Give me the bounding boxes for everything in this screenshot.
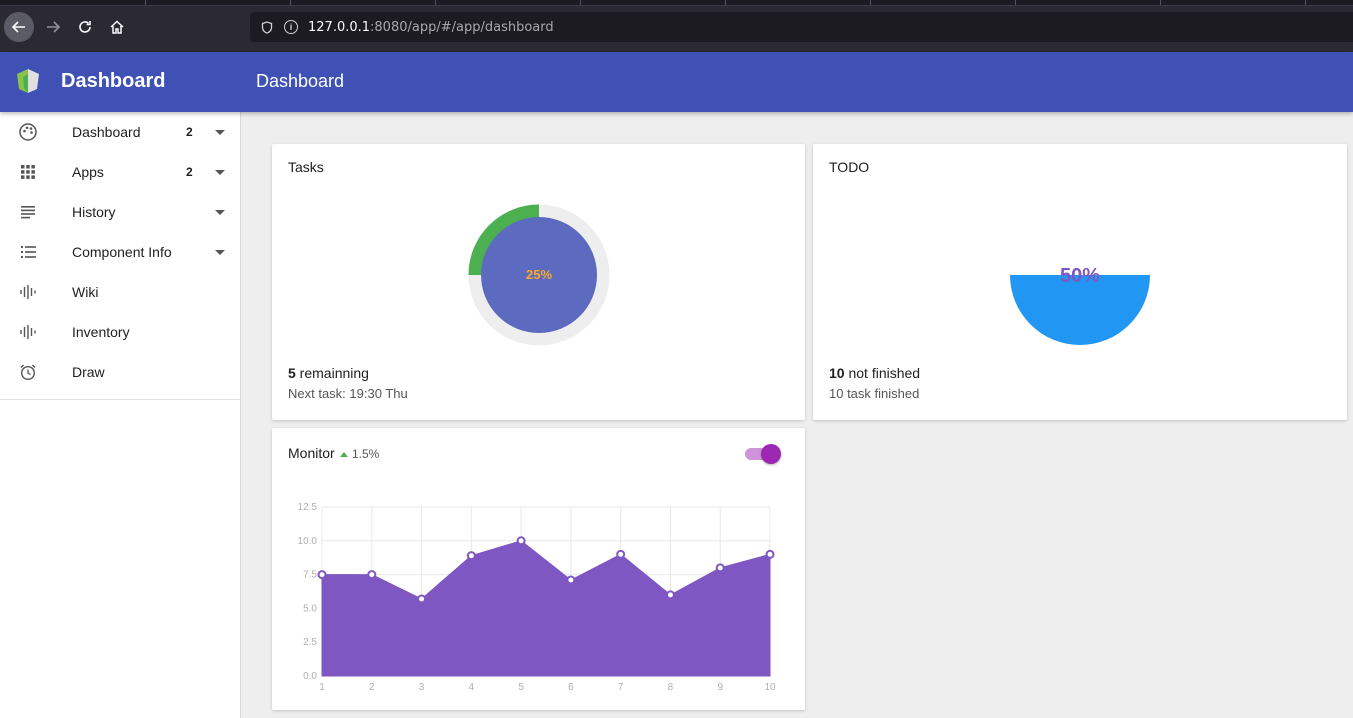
sidebar-item-apps[interactable]: Apps 2 bbox=[0, 152, 240, 192]
sidebar-item-wiki[interactable]: Wiki bbox=[0, 272, 240, 312]
data-point bbox=[566, 575, 576, 585]
data-point bbox=[616, 549, 626, 559]
waveform-icon bbox=[18, 322, 38, 342]
back-button[interactable] bbox=[4, 12, 34, 42]
y-tick-label: 7.5 bbox=[303, 570, 317, 581]
y-tick-label: 0.0 bbox=[303, 671, 317, 682]
x-tick-label: 3 bbox=[419, 682, 425, 693]
next-task: Next task: 19:30 Thu bbox=[288, 386, 408, 401]
data-point bbox=[417, 594, 427, 604]
forward-button[interactable] bbox=[38, 12, 68, 42]
browser-toolbar: i 127.0.0.1:8080/app/#/app/dashboard bbox=[0, 0, 1353, 52]
sidebar-item-label: Draw bbox=[72, 364, 105, 380]
x-tick-label: 4 bbox=[469, 682, 475, 693]
tab-strip bbox=[0, 0, 1353, 6]
waveform-icon bbox=[18, 282, 38, 302]
x-tick-label: 7 bbox=[618, 682, 624, 693]
data-point bbox=[715, 563, 725, 573]
tasks-remaining: 5 remainning bbox=[288, 365, 369, 381]
card-title: Monitor bbox=[288, 445, 335, 461]
reload-button[interactable] bbox=[70, 12, 100, 42]
count-badge: 2 bbox=[186, 165, 193, 179]
sidebar: Dashboard 2 Apps 2 History Component Inf… bbox=[0, 112, 241, 718]
todo-card: TODO 50% 10 not finished 10 task finishe… bbox=[813, 144, 1347, 420]
y-tick-label: 2.5 bbox=[303, 637, 317, 648]
sidebar-item-inventory[interactable]: Inventory bbox=[0, 312, 240, 352]
sidebar-item-label: Inventory bbox=[72, 324, 130, 340]
x-tick-label: 1 bbox=[319, 682, 325, 693]
data-point bbox=[317, 570, 327, 580]
sidebar-item-dashboard[interactable]: Dashboard 2 bbox=[0, 112, 240, 152]
data-point bbox=[466, 551, 476, 561]
gauge-percent: 50% bbox=[1060, 265, 1100, 287]
card-title: TODO bbox=[829, 159, 870, 175]
x-tick-label: 6 bbox=[568, 682, 574, 693]
data-point bbox=[765, 549, 775, 559]
sidebar-item-label: Apps bbox=[72, 164, 104, 180]
info-icon[interactable]: i bbox=[284, 20, 298, 34]
sidebar-item-draw[interactable]: Draw bbox=[0, 352, 240, 392]
todo-fill-gauge: 50% bbox=[1010, 265, 1150, 345]
chevron-down-icon[interactable] bbox=[215, 129, 225, 135]
app-bar: Dashboard Dashboard bbox=[0, 52, 1353, 112]
todo-finished: 10 task finished bbox=[829, 386, 920, 401]
x-tick-label: 10 bbox=[764, 682, 776, 693]
x-tick-label: 5 bbox=[518, 682, 524, 693]
shield-icon[interactable] bbox=[260, 20, 274, 34]
vue-shield-logo-icon bbox=[17, 69, 39, 93]
progress-percent: 25% bbox=[526, 267, 552, 282]
chevron-down-icon[interactable] bbox=[215, 169, 225, 175]
sidebar-item-label: Dashboard bbox=[72, 124, 141, 140]
y-tick-label: 5.0 bbox=[303, 603, 317, 614]
grid-icon bbox=[18, 162, 38, 182]
chevron-down-icon[interactable] bbox=[215, 209, 225, 215]
arrow-left-icon bbox=[11, 21, 25, 33]
series-area bbox=[321, 540, 771, 677]
x-tick-label: 8 bbox=[668, 682, 674, 693]
tasks-progress-ring: 25% bbox=[468, 204, 610, 346]
sidebar-item-label: History bbox=[72, 204, 116, 220]
monitor-toggle[interactable] bbox=[745, 444, 783, 464]
sidebar-divider bbox=[0, 399, 240, 400]
sidebar-item-history[interactable]: History bbox=[0, 192, 240, 232]
sidebar-item-label: Wiki bbox=[72, 284, 99, 300]
url-text[interactable]: 127.0.0.1:8080/app/#/app/dashboard bbox=[308, 20, 554, 35]
app-brand[interactable]: Dashboard bbox=[61, 70, 165, 93]
monitor-card: Monitor 1.5% 0.0 2.5 5.0 7.5 10.0 12.5 1 2 3 4 5 6 7… bbox=[272, 428, 805, 710]
address-bar[interactable]: i 127.0.0.1:8080/app/#/app/dashboard bbox=[250, 12, 1353, 42]
toggle-thumb[interactable] bbox=[761, 444, 781, 464]
card-title: Tasks bbox=[288, 159, 324, 175]
data-point bbox=[367, 570, 377, 580]
data-point bbox=[516, 536, 526, 546]
tasks-card: Tasks 25% 5 remainning Next task: 19:30 … bbox=[272, 144, 805, 420]
sidebar-item-label: Component Info bbox=[72, 244, 172, 260]
x-tick-label: 2 bbox=[369, 682, 375, 693]
x-tick-label: 9 bbox=[717, 682, 723, 693]
data-point bbox=[665, 590, 675, 600]
reload-icon bbox=[79, 21, 91, 33]
home-icon bbox=[110, 20, 124, 34]
sidebar-item-component-info[interactable]: Component Info bbox=[0, 232, 240, 272]
triangle-up-icon bbox=[340, 451, 348, 457]
count-badge: 2 bbox=[186, 125, 193, 139]
delta-indicator: 1.5% bbox=[340, 447, 379, 461]
home-button[interactable] bbox=[102, 12, 132, 42]
palette-icon bbox=[18, 122, 38, 142]
y-tick-label: 10.0 bbox=[298, 536, 318, 547]
list-icon bbox=[18, 242, 38, 262]
monitor-area-chart: 0.0 2.5 5.0 7.5 10.0 12.5 1 2 3 4 5 6 7 8 9 10 bbox=[298, 502, 776, 693]
y-tick-label: 12.5 bbox=[298, 502, 318, 513]
lines-icon bbox=[18, 202, 38, 222]
page-title: Dashboard bbox=[256, 71, 345, 91]
todo-not-finished: 10 not finished bbox=[829, 365, 921, 381]
alarm-icon bbox=[18, 362, 38, 382]
chevron-down-icon[interactable] bbox=[215, 249, 225, 255]
arrow-right-icon bbox=[47, 21, 61, 33]
